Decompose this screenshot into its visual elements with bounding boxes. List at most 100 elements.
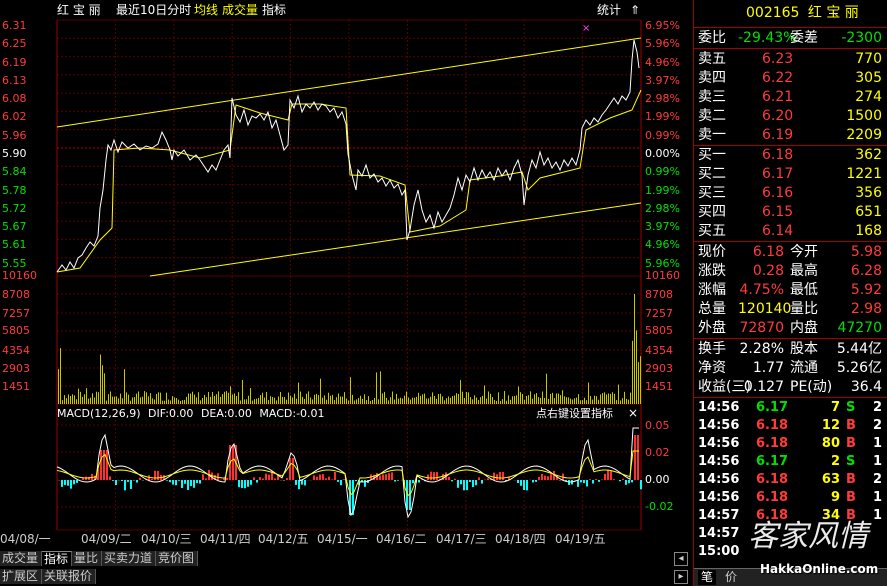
volume-bar xyxy=(368,396,369,404)
volume-bar xyxy=(396,393,397,404)
date-label: 04/10/三 xyxy=(141,532,192,546)
volume-bar xyxy=(416,396,417,404)
volume-bar xyxy=(240,400,241,404)
stat-label: 涨幅 xyxy=(698,282,726,298)
volume-bar xyxy=(444,400,445,404)
macd-bar xyxy=(592,480,594,484)
macd-bar xyxy=(274,478,276,480)
pct-label: 4.96% xyxy=(645,55,680,69)
macd-bar xyxy=(304,480,306,486)
macd-title: MACD(12,26,9) xyxy=(57,407,141,420)
sell-row: 卖一 6.19 2209 xyxy=(694,126,886,144)
stat-value: 4.75% xyxy=(739,282,784,298)
bottom-tab[interactable]: 成交量 xyxy=(0,551,42,566)
macd-bar xyxy=(517,480,519,484)
volume-bar xyxy=(544,397,545,404)
date-label: 04/12/五 xyxy=(258,532,309,546)
stat-label: 总量 xyxy=(698,301,726,317)
scroll-right-icon[interactable]: ▸ xyxy=(674,570,688,584)
price-line xyxy=(56,39,640,273)
volume-bar xyxy=(194,394,195,404)
macd-axis-label: -0.02 xyxy=(645,500,674,513)
macd-bar xyxy=(589,479,591,480)
close-icon[interactable]: × xyxy=(628,406,638,420)
macd-bar xyxy=(262,478,264,480)
volume-bar xyxy=(634,294,635,404)
volume-bar xyxy=(616,400,617,404)
volume-bar xyxy=(546,373,547,404)
volume-bar xyxy=(516,395,517,404)
volume-bar xyxy=(72,394,73,404)
scroll-left-icon[interactable]: ◂ xyxy=(674,552,688,566)
volume-bar xyxy=(584,397,585,404)
pct-label: 5.96% xyxy=(645,256,680,270)
macd-bar xyxy=(397,480,399,481)
volume-bar xyxy=(190,393,191,404)
price-label: 6.13 xyxy=(2,73,27,87)
date-label: 04/17/三 xyxy=(436,532,487,546)
volume-bar xyxy=(148,396,149,404)
volume-bar xyxy=(598,399,599,404)
macd-bar xyxy=(184,480,186,484)
macd-bar xyxy=(166,480,168,481)
bottom-tab-2[interactable]: 关联报价 xyxy=(42,569,96,584)
indicator-settings-hint[interactable]: 点右键设置指标 xyxy=(536,407,613,420)
macd-bar xyxy=(256,480,258,483)
macd-bar xyxy=(337,480,339,482)
tick-row: 14:56 6.17 7 S 2 xyxy=(694,399,886,417)
volume-bar xyxy=(120,393,121,404)
macd-bar xyxy=(538,476,540,480)
macd-bar xyxy=(247,480,249,487)
volume-bar xyxy=(400,397,401,404)
stat-row: 外盘 72870 内盘 47270 xyxy=(694,319,886,337)
volume-bar xyxy=(80,391,81,404)
volume-bar xyxy=(576,397,577,404)
volume-bar xyxy=(218,391,219,404)
volume-bar xyxy=(566,397,567,404)
volume-bar xyxy=(74,395,75,404)
volume-bar xyxy=(602,393,603,404)
volume-bar xyxy=(208,391,209,404)
tick-side: S xyxy=(846,400,856,415)
volume-bar xyxy=(564,396,565,404)
macd-bar xyxy=(568,480,570,485)
stat-label: 股本 xyxy=(790,341,818,357)
volume-bar xyxy=(188,393,189,404)
date-label: 04/16/二 xyxy=(376,532,427,546)
tick-time: 15:00 xyxy=(698,544,740,559)
bottom-tab[interactable]: 指标 xyxy=(42,551,72,566)
tick-volume: 12 xyxy=(821,418,840,433)
macd-dea-line xyxy=(56,450,639,497)
macd-bar xyxy=(313,475,315,480)
sell-volume: 1500 xyxy=(846,108,882,124)
sell-volume: 274 xyxy=(855,89,882,105)
volume-bar xyxy=(158,392,159,404)
macd-bar xyxy=(325,478,327,480)
volume-bar xyxy=(556,393,557,404)
macd-bar xyxy=(259,477,261,480)
volume-bar xyxy=(426,398,427,404)
volume-bar xyxy=(626,398,627,404)
volume-bar xyxy=(96,391,97,404)
volume-bar xyxy=(418,392,419,404)
pct-label: 0.99% xyxy=(645,165,680,179)
volume-bar xyxy=(360,395,361,404)
volume-bar xyxy=(58,369,59,404)
stat2-row: 收益(三) 0.127 PE(动) 36.4 xyxy=(694,378,886,396)
bottom-tab-2[interactable]: 扩展区 xyxy=(0,569,42,584)
tick-price: 6.18 xyxy=(756,490,789,505)
watermark-url: HakkaOnline.com xyxy=(760,562,879,576)
tick-tab[interactable]: 笔 xyxy=(698,570,717,585)
volume-bar xyxy=(382,393,383,404)
tick-tab[interactable]: 价 xyxy=(722,570,740,585)
volume-bar xyxy=(310,397,311,404)
stat-value: 72870 xyxy=(739,320,784,336)
bottom-tab[interactable]: 量比 xyxy=(72,551,102,566)
macd-bar xyxy=(112,480,114,481)
grid-lines xyxy=(56,19,642,531)
bottom-tab[interactable]: 竞价图 xyxy=(156,551,198,566)
buy-row: 买三 6.16 356 xyxy=(694,184,886,202)
bottom-tab[interactable]: 买卖力道 xyxy=(102,551,156,566)
buy-price: 6.16 xyxy=(762,185,794,201)
macd-bar xyxy=(232,445,234,480)
